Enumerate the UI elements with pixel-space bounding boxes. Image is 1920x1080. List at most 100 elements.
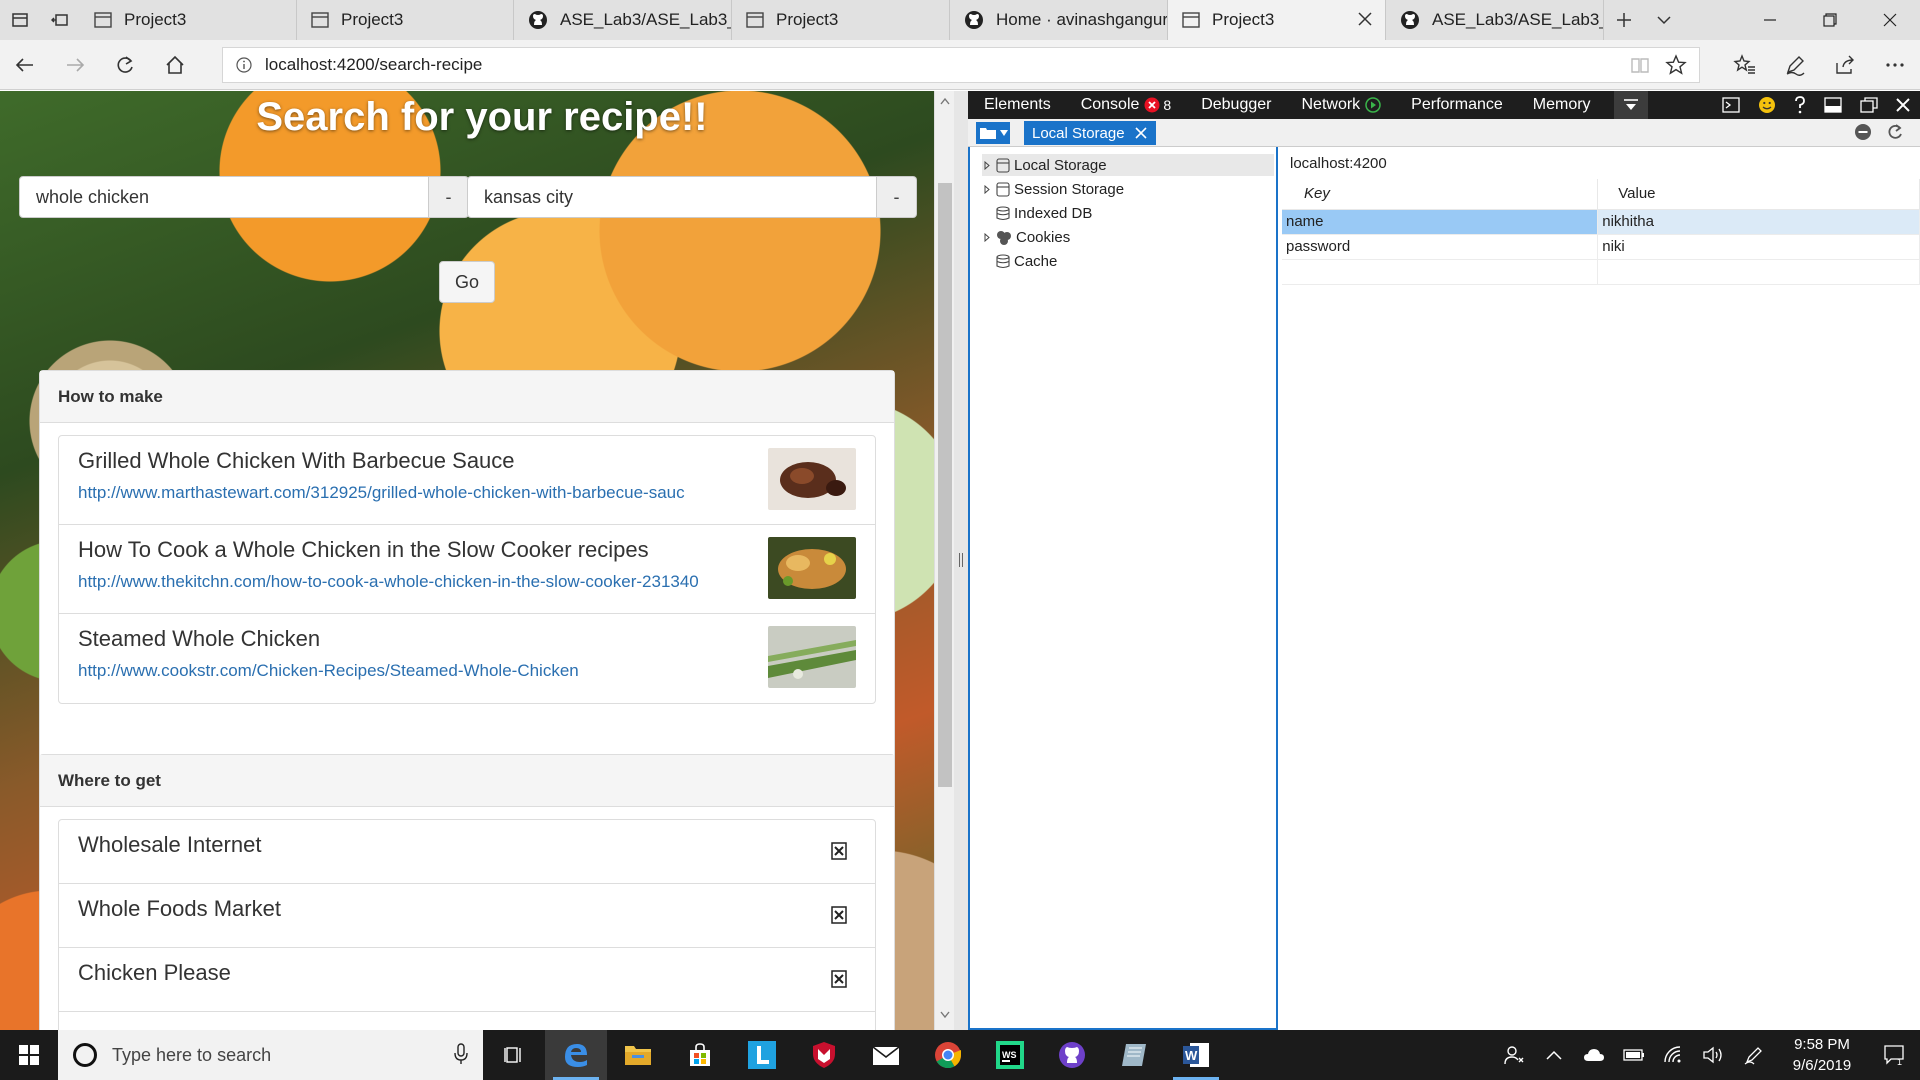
devtools-tab-network[interactable]: Network <box>1286 91 1396 119</box>
refresh-button[interactable] <box>110 50 140 80</box>
city-addon[interactable]: - <box>877 176 917 218</box>
dish-search-input[interactable] <box>19 176 429 218</box>
value-cell[interactable]: niki <box>1597 234 1920 260</box>
recipe-link[interactable]: http://www.marthastewart.com/312925/gril… <box>78 483 875 503</box>
onedrive-button[interactable] <box>1574 1030 1614 1080</box>
local-storage-subtab[interactable]: Local Storage <box>1024 121 1156 145</box>
tree-item-local-storage[interactable]: Local Storage <box>982 154 1274 176</box>
refresh-icon[interactable] <box>1886 123 1904 141</box>
tree-item-cookies[interactable]: Cookies <box>982 226 1274 248</box>
tree-item-cache[interactable]: Cache <box>982 250 1274 272</box>
browser-tab[interactable]: Project3 <box>80 0 297 40</box>
people-button[interactable] <box>1494 1030 1534 1080</box>
browser-tab[interactable]: Project3 <box>732 0 950 40</box>
go-button[interactable]: Go <box>439 261 495 303</box>
tree-item-indexed-db[interactable]: Indexed DB <box>982 202 1274 224</box>
emulation-console-icon[interactable] <box>1722 97 1740 113</box>
action-center-button[interactable]: 1 <box>1870 1030 1920 1080</box>
taskbar-app-edge[interactable] <box>545 1030 607 1080</box>
key-column-header[interactable]: Key <box>1282 179 1599 210</box>
tree-item-session-storage[interactable]: Session Storage <box>982 178 1274 200</box>
feedback-smiley-icon[interactable] <box>1758 96 1776 114</box>
key-cell[interactable]: password <box>1282 234 1599 260</box>
splitter-grip[interactable] <box>959 553 963 567</box>
taskbar-app-notes[interactable] <box>1103 1030 1165 1080</box>
task-view-button[interactable] <box>483 1030 545 1080</box>
network-button[interactable] <box>1654 1030 1694 1080</box>
value-cell[interactable] <box>1597 259 1920 285</box>
browser-tab[interactable]: Home · avinashganguri <box>950 0 1168 40</box>
devtools-tab-performance[interactable]: Performance <box>1396 91 1518 119</box>
close-tab-icon[interactable] <box>1355 9 1375 29</box>
expand-arrow-icon[interactable] <box>984 160 990 170</box>
taskbar-app-l[interactable] <box>731 1030 793 1080</box>
favorites-button[interactable] <box>1730 50 1760 80</box>
devtools-tab-memory[interactable]: Memory <box>1518 91 1606 119</box>
table-row[interactable]: name nikhitha <box>1282 209 1920 235</box>
notes-button[interactable] <box>1780 50 1810 80</box>
page-scrollbar[interactable] <box>934 91 954 1030</box>
set-tabs-aside-button[interactable] <box>0 0 40 40</box>
value-cell[interactable]: nikhitha <box>1597 209 1920 235</box>
info-icon[interactable] <box>235 56 253 74</box>
table-row[interactable]: password niki <box>1282 234 1920 260</box>
clear-all-icon[interactable] <box>1854 123 1872 141</box>
close-icon[interactable] <box>1134 126 1148 140</box>
taskbar-app-mail[interactable] <box>855 1030 917 1080</box>
windows-ink-button[interactable] <box>1734 1030 1774 1080</box>
devtools-splitter[interactable] <box>954 91 968 1030</box>
key-cell[interactable] <box>1282 259 1599 285</box>
browser-tab-active[interactable]: Project3 <box>1168 0 1386 40</box>
start-button[interactable] <box>0 1030 58 1080</box>
more-tools-button[interactable] <box>1613 91 1648 119</box>
expand-arrow-icon[interactable] <box>984 232 990 242</box>
browser-tab[interactable]: ASE_Lab3/ASE_Lab3_UI <box>1386 0 1604 40</box>
back-button[interactable] <box>10 50 40 80</box>
taskbar-app-mcafee[interactable] <box>793 1030 855 1080</box>
taskbar-app-webstorm[interactable]: WS <box>979 1030 1041 1080</box>
favorite-star-icon[interactable] <box>1665 54 1687 76</box>
devtools-tab-console[interactable]: Console 8 <box>1066 91 1187 119</box>
close-devtools-icon[interactable] <box>1896 98 1910 112</box>
taskbar-app-file-explorer[interactable] <box>607 1030 669 1080</box>
browser-tab[interactable]: ASE_Lab3/ASE_Lab3_UI <box>514 0 732 40</box>
address-bar[interactable]: localhost:4200/search-recipe <box>222 47 1700 83</box>
show-hidden-icons-button[interactable] <box>1534 1030 1574 1080</box>
microphone-icon[interactable] <box>453 1043 469 1065</box>
devtools-tab-debugger[interactable]: Debugger <box>1186 91 1286 119</box>
scroll-down-icon[interactable] <box>940 1011 950 1019</box>
new-tab-button[interactable] <box>1604 0 1644 40</box>
reading-view-icon[interactable] <box>1629 54 1651 76</box>
close-window-button[interactable] <box>1860 0 1920 40</box>
tab-preview-button[interactable] <box>1644 0 1684 40</box>
browser-tab[interactable]: Project3 <box>297 0 514 40</box>
restore-tabs-button[interactable] <box>40 0 80 40</box>
undock-icon[interactable] <box>1860 97 1878 113</box>
table-row-empty[interactable] <box>1282 259 1920 285</box>
minimize-button[interactable] <box>1740 0 1800 40</box>
taskbar-app-github-desktop[interactable] <box>1041 1030 1103 1080</box>
storage-drawer-button[interactable] <box>976 122 1010 144</box>
home-button[interactable] <box>160 50 190 80</box>
expand-arrow-icon[interactable] <box>984 184 990 194</box>
share-button[interactable] <box>1830 50 1860 80</box>
forward-button[interactable] <box>60 50 90 80</box>
scrollbar-thumb[interactable] <box>938 183 952 787</box>
url-text[interactable]: localhost:4200/search-recipe <box>265 55 482 75</box>
recipe-link[interactable]: http://www.cookstr.com/Chicken-Recipes/S… <box>78 661 875 681</box>
key-cell[interactable]: name <box>1282 209 1599 235</box>
dock-bottom-icon[interactable] <box>1824 97 1842 113</box>
settings-more-button[interactable] <box>1880 50 1910 80</box>
taskbar-clock[interactable]: 9:58 PM 9/6/2019 <box>1774 1034 1870 1076</box>
volume-button[interactable] <box>1694 1030 1734 1080</box>
devtools-tab-elements[interactable]: Elements <box>968 91 1066 119</box>
taskbar-app-word[interactable]: W <box>1165 1030 1227 1080</box>
taskbar-search-box[interactable]: Type here to search <box>58 1030 483 1080</box>
restore-button[interactable] <box>1800 0 1860 40</box>
taskbar-app-store[interactable] <box>669 1030 731 1080</box>
value-column-header[interactable]: Value <box>1597 179 1920 210</box>
city-search-input[interactable] <box>467 176 877 218</box>
dish-addon[interactable]: - <box>429 176 469 218</box>
recipe-link[interactable]: http://www.thekitchn.com/how-to-cook-a-w… <box>78 572 875 592</box>
battery-button[interactable] <box>1614 1030 1654 1080</box>
